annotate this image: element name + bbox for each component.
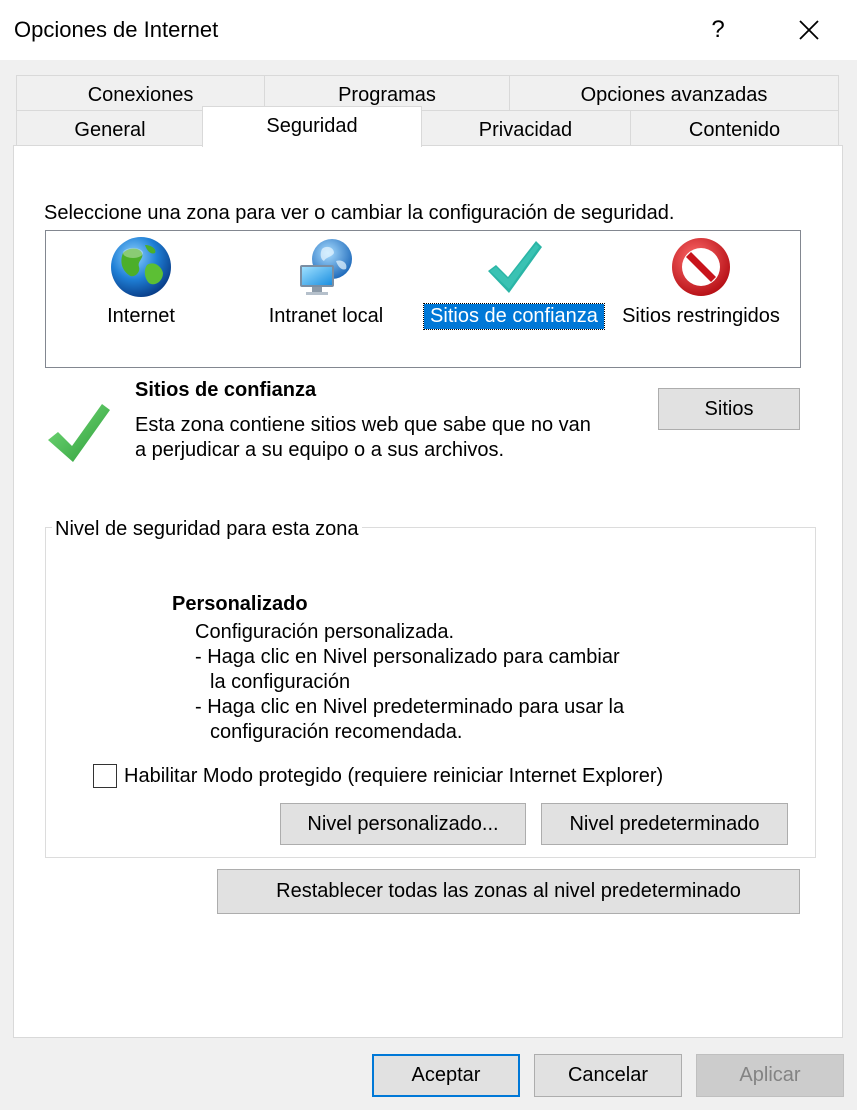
zone-label: Sitios de confianza [423, 303, 605, 330]
zone-list: Internet Intranet local Sitios de confia… [45, 230, 801, 368]
tab-label: Privacidad [478, 119, 573, 141]
level-description-line: configuración recomendada. [210, 721, 463, 743]
apply-button: Aplicar [696, 1054, 844, 1097]
tab-label: General [74, 119, 146, 141]
tab-label: Seguridad [266, 115, 358, 137]
sites-button[interactable]: Sitios [658, 388, 800, 430]
question-mark-icon: ? [711, 16, 725, 43]
tab-privacidad[interactable]: Privacidad [420, 110, 631, 146]
zone-label: Internet [107, 305, 175, 327]
tab-label: Opciones avanzadas [580, 84, 768, 106]
tab-general[interactable]: General [16, 110, 204, 146]
checkmark-icon [48, 404, 110, 462]
zone-intranet-local[interactable]: Intranet local [256, 235, 396, 329]
close-button[interactable] [786, 8, 832, 52]
zone-label: Sitios restringidos [622, 305, 780, 327]
custom-level-button[interactable]: Nivel personalizado... [280, 803, 526, 845]
zone-sitios-de-confianza[interactable]: Sitios de confianza [423, 235, 605, 330]
level-description-line: - Haga clic en Nivel predeterminado para… [195, 696, 625, 718]
zone-internet[interactable]: Internet [86, 235, 196, 329]
reset-all-zones-button[interactable]: Restablecer todas las zonas al nivel pre… [217, 869, 800, 914]
no-entry-icon [672, 238, 730, 296]
selected-zone-description: Esta zona contiene sitios web que sabe q… [135, 414, 591, 461]
default-level-button[interactable]: Nivel predeterminado [541, 803, 788, 845]
protected-mode-label[interactable]: Habilitar Modo protegido (requiere reini… [124, 765, 663, 788]
ok-button[interactable]: Aceptar [372, 1054, 520, 1097]
window-title: Opciones de Internet [14, 17, 219, 42]
tab-opciones-avanzadas[interactable]: Opciones avanzadas [509, 75, 839, 111]
protected-mode-checkbox[interactable] [93, 764, 117, 788]
checkmark-icon [488, 241, 542, 293]
security-level-title: Personalizado [172, 593, 308, 615]
tab-contenido[interactable]: Contenido [630, 110, 839, 146]
level-description-line: la configuración [210, 671, 351, 693]
selected-zone-title: Sitios de confianza [135, 379, 317, 401]
level-description-line: - Haga clic en Nivel personalizado para … [195, 646, 620, 668]
zone-sitios-restringidos[interactable]: Sitios restringidos [616, 235, 786, 329]
intranet-icon [300, 239, 352, 295]
tab-seguridad[interactable]: Seguridad [202, 106, 422, 147]
level-description-line: Configuración personalizada. [195, 621, 455, 643]
security-level-group-label: Nivel de seguridad para esta zona [52, 518, 362, 541]
zone-prompt: Seleccione una zona para ver o cambiar l… [44, 202, 675, 224]
globe-icon [111, 237, 171, 297]
help-button[interactable]: ? [695, 8, 741, 52]
cancel-button[interactable]: Cancelar [534, 1054, 682, 1097]
close-icon [799, 20, 819, 40]
zone-label: Intranet local [268, 305, 384, 327]
tab-label: Contenido [688, 119, 781, 141]
